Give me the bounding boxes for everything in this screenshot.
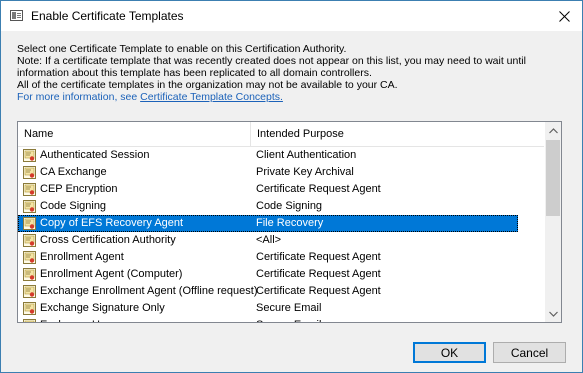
template-purpose: Secure Email: [256, 319, 321, 322]
template-name: Exchange User: [40, 319, 115, 322]
certificate-template-icon: [23, 285, 36, 298]
template-list[interactable]: Name Intended Purpose Authenticated Sess…: [17, 121, 562, 323]
list-header: Name Intended Purpose: [18, 122, 544, 147]
description-line: Select one Certificate Template to enabl…: [17, 43, 347, 55]
template-name: Exchange Enrollment Agent (Offline reque…: [40, 285, 258, 297]
template-purpose: Certificate Request Agent: [256, 285, 381, 297]
column-divider[interactable]: [250, 122, 251, 146]
more-info-line: For more information, see Certificate Te…: [17, 91, 572, 103]
certificate-template-icon: [23, 319, 36, 322]
template-name: CA Exchange: [40, 166, 107, 178]
certificate-template-icon: [23, 217, 36, 230]
template-purpose: Private Key Archival: [256, 166, 354, 178]
list-item[interactable]: Authenticated Session Client Authenticati…: [18, 147, 518, 164]
scroll-up-button[interactable]: [545, 122, 561, 139]
certificate-template-icon: [23, 302, 36, 315]
list-item[interactable]: Exchange Enrollment Agent (Offline reque…: [18, 283, 518, 300]
column-header-name[interactable]: Name: [24, 128, 53, 140]
scroll-down-button[interactable]: [545, 305, 561, 322]
certificate-template-icon: [23, 251, 36, 264]
list-item[interactable]: Copy of EFS Recovery Agent File Recovery: [18, 215, 518, 232]
list-item[interactable]: Exchange User Secure Email: [18, 317, 518, 322]
list-item[interactable]: Exchange Signature Only Secure Email: [18, 300, 518, 317]
chevron-up-icon: [548, 127, 558, 133]
certificate-template-icon: [23, 149, 36, 162]
column-header-purpose[interactable]: Intended Purpose: [257, 128, 344, 140]
template-name: Cross Certification Authority: [40, 234, 176, 246]
chevron-down-icon: [548, 311, 558, 317]
description: Select one Certificate Template to enabl…: [17, 43, 572, 103]
list-item[interactable]: Enrollment Agent Certificate Request Agen…: [18, 249, 518, 266]
list-item[interactable]: Enrollment Agent (Computer) Certificate R…: [18, 266, 518, 283]
more-info-text: For more information, see: [17, 91, 141, 103]
template-concepts-link[interactable]: Certificate Template Concepts.: [140, 91, 283, 103]
list-rows: Authenticated Session Client Authenticati…: [18, 147, 544, 322]
template-purpose: Code Signing: [256, 200, 323, 212]
description-line: Note: If a certificate template that was…: [17, 55, 526, 67]
template-name: Code Signing: [40, 200, 107, 212]
description-line: All of the certificate templates in the …: [17, 79, 398, 91]
certificate-template-icon: [23, 200, 36, 213]
ok-button[interactable]: OK: [413, 342, 486, 363]
window-title: Enable Certificate Templates: [31, 9, 184, 23]
vertical-scrollbar[interactable]: [545, 122, 561, 322]
template-purpose: <All>: [256, 234, 282, 246]
list-item[interactable]: CA Exchange Private Key Archival: [18, 164, 518, 181]
template-purpose: File Recovery: [256, 217, 324, 229]
template-purpose: Certificate Request Agent: [256, 183, 381, 195]
template-purpose: Secure Email: [256, 302, 322, 314]
certificate-template-icon: [23, 183, 36, 196]
list-item[interactable]: Code Signing Code Signing: [18, 198, 518, 215]
template-name: CEP Encryption: [40, 183, 118, 195]
certificate-template-icon: [23, 234, 36, 247]
cancel-button[interactable]: Cancel: [493, 342, 566, 363]
close-button[interactable]: [547, 2, 581, 30]
scroll-thumb[interactable]: [546, 140, 560, 216]
close-icon: [558, 10, 570, 22]
certificate-template-icon: [23, 166, 36, 179]
template-name: Enrollment Agent: [40, 251, 124, 263]
list-item[interactable]: Cross Certification Authority <All>: [18, 232, 518, 249]
template-name: Authenticated Session: [40, 149, 150, 161]
dialog-window: Enable Certificate Templates Select one …: [0, 0, 583, 373]
template-name: Exchange Signature Only: [40, 302, 165, 314]
certificate-template-icon: [23, 268, 36, 281]
template-purpose: Certificate Request Agent: [256, 268, 381, 280]
list-item[interactable]: CEP Encryption Certificate Request Agent: [18, 181, 518, 198]
template-purpose: Certificate Request Agent: [256, 251, 381, 263]
title-bar[interactable]: Enable Certificate Templates: [1, 1, 582, 31]
template-purpose: Client Authentication: [256, 149, 357, 161]
description-line: information about this template has been…: [17, 67, 372, 79]
template-name: Enrollment Agent (Computer): [40, 268, 183, 280]
app-icon: [10, 10, 23, 21]
template-name: Copy of EFS Recovery Agent: [40, 217, 184, 229]
